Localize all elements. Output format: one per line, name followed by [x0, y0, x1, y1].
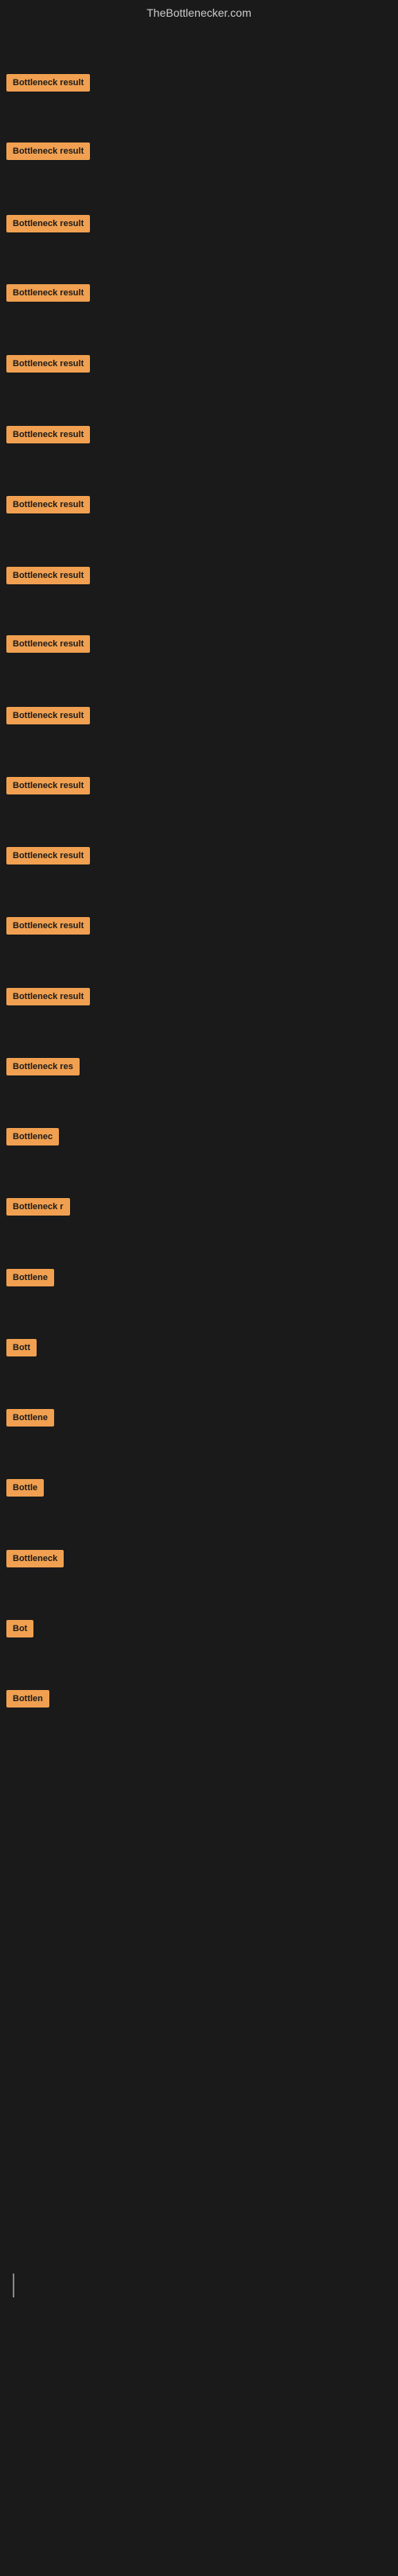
bottleneck-item-2[interactable]: Bottleneck result [6, 142, 90, 164]
bottleneck-badge-5[interactable]: Bottleneck result [6, 355, 90, 373]
bottleneck-item-21[interactable]: Bottle [6, 1479, 44, 1501]
bottleneck-item-5[interactable]: Bottleneck result [6, 355, 90, 377]
bottleneck-item-12[interactable]: Bottleneck result [6, 847, 90, 868]
bottleneck-badge-21[interactable]: Bottle [6, 1479, 44, 1497]
bottleneck-badge-19[interactable]: Bott [6, 1339, 37, 1356]
bottleneck-item-3[interactable]: Bottleneck result [6, 215, 90, 236]
bottleneck-badge-10[interactable]: Bottleneck result [6, 707, 90, 724]
bottleneck-badge-24[interactable]: Bottlen [6, 1690, 49, 1708]
bottleneck-item-9[interactable]: Bottleneck result [6, 635, 90, 657]
bottleneck-badge-20[interactable]: Bottlene [6, 1409, 54, 1427]
bottleneck-badge-12[interactable]: Bottleneck result [6, 847, 90, 865]
bottleneck-badge-17[interactable]: Bottleneck r [6, 1198, 70, 1216]
bottleneck-item-23[interactable]: Bot [6, 1620, 33, 1641]
bottleneck-badge-6[interactable]: Bottleneck result [6, 426, 90, 443]
bottleneck-item-6[interactable]: Bottleneck result [6, 426, 90, 447]
site-title: TheBottlenecker.com [0, 0, 398, 29]
bottleneck-badge-14[interactable]: Bottleneck result [6, 988, 90, 1005]
bottleneck-item-22[interactable]: Bottleneck [6, 1550, 64, 1571]
bottleneck-item-14[interactable]: Bottleneck result [6, 988, 90, 1009]
bottleneck-item-18[interactable]: Bottlene [6, 1269, 54, 1290]
bottleneck-badge-15[interactable]: Bottleneck res [6, 1058, 80, 1075]
bottleneck-badge-9[interactable]: Bottleneck result [6, 635, 90, 653]
bottleneck-item-8[interactable]: Bottleneck result [6, 567, 90, 588]
bottleneck-item-10[interactable]: Bottleneck result [6, 707, 90, 728]
bottleneck-item-24[interactable]: Bottlen [6, 1690, 49, 1711]
bottleneck-badge-13[interactable]: Bottleneck result [6, 917, 90, 935]
items-container: Bottleneck result Bottleneck result Bottle… [0, 29, 398, 2576]
bottleneck-item-11[interactable]: Bottleneck result [6, 777, 90, 798]
bottleneck-badge-16[interactable]: Bottlenec [6, 1128, 59, 1146]
bottleneck-item-16[interactable]: Bottlenec [6, 1128, 59, 1149]
bottleneck-badge-3[interactable]: Bottleneck result [6, 215, 90, 232]
bottleneck-item-17[interactable]: Bottleneck r [6, 1198, 70, 1220]
bottleneck-item-20[interactable]: Bottlene [6, 1409, 54, 1430]
bottleneck-item-4[interactable]: Bottleneck result [6, 284, 90, 306]
bottleneck-badge-23[interactable]: Bot [6, 1620, 33, 1637]
bottleneck-badge-4[interactable]: Bottleneck result [6, 284, 90, 302]
bottleneck-badge-7[interactable]: Bottleneck result [6, 496, 90, 513]
bottleneck-badge-8[interactable]: Bottleneck result [6, 567, 90, 584]
bottleneck-item-1[interactable]: Bottleneck result [6, 74, 90, 96]
bottleneck-item-13[interactable]: Bottleneck result [6, 917, 90, 939]
bottleneck-item-7[interactable]: Bottleneck result [6, 496, 90, 517]
bottleneck-badge-1[interactable]: Bottleneck result [6, 74, 90, 92]
site-header: TheBottlenecker.com [0, 0, 398, 29]
bottleneck-badge-2[interactable]: Bottleneck result [6, 142, 90, 160]
bottleneck-badge-18[interactable]: Bottlene [6, 1269, 54, 1286]
bottleneck-badge-22[interactable]: Bottleneck [6, 1550, 64, 1567]
bottleneck-item-15[interactable]: Bottleneck res [6, 1058, 80, 1079]
bottleneck-badge-11[interactable]: Bottleneck result [6, 777, 90, 794]
cursor-line [13, 2274, 14, 2297]
bottleneck-item-19[interactable]: Bott [6, 1339, 37, 1360]
